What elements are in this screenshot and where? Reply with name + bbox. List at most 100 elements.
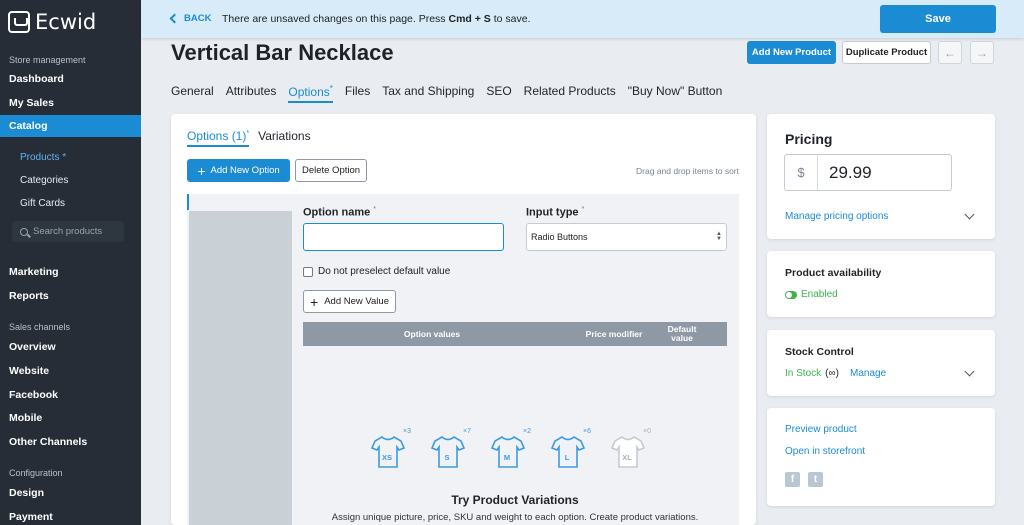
tab-general[interactable]: General bbox=[171, 84, 214, 103]
tshirt-size: XL bbox=[622, 453, 632, 462]
sidebar-item-website[interactable]: Website bbox=[9, 365, 49, 377]
sidebar-item-mobile[interactable]: Mobile bbox=[9, 412, 42, 424]
unsaved-changes-bar: BACK There are unsaved changes on this p… bbox=[141, 0, 1024, 38]
drag-hint: Drag and drop items to sort bbox=[636, 166, 739, 176]
price-value: 29.99 bbox=[829, 163, 872, 182]
manage-pricing-options-link[interactable]: Manage pricing options bbox=[785, 211, 888, 222]
tab-tax-and-shipping[interactable]: Tax and Shipping bbox=[382, 84, 474, 103]
next-product-button[interactable]: → bbox=[970, 41, 994, 64]
sidebar-item-other-channels[interactable]: Other Channels bbox=[9, 436, 87, 448]
add-new-value-button[interactable]: + Add New Value bbox=[303, 290, 396, 313]
add-new-option-label: Add New Option bbox=[210, 165, 280, 176]
col-option-values: Option values bbox=[403, 328, 461, 339]
sidebar-item-overview[interactable]: Overview bbox=[9, 341, 56, 353]
tab-attributes[interactable]: Attributes bbox=[226, 84, 277, 103]
sidebar-item-products[interactable]: Products * bbox=[20, 152, 66, 163]
arrow-right-icon: → bbox=[976, 45, 988, 60]
unsaved-message-prefix: There are unsaved changes on this page. … bbox=[222, 13, 449, 25]
col-price-modifier: Price modifier bbox=[585, 328, 643, 339]
sidebar-item-categories[interactable]: Categories bbox=[20, 175, 68, 186]
app-name: Ecwid bbox=[35, 10, 97, 34]
stock-infinity: (∞) bbox=[825, 368, 839, 379]
plus-icon: + bbox=[197, 162, 206, 179]
unsaved-marker: * bbox=[62, 152, 67, 163]
sidebar-item-my-sales[interactable]: My Sales bbox=[9, 97, 54, 109]
product-tabs: General Attributes Options* Files Tax an… bbox=[171, 84, 734, 103]
sidebar-section-configuration: Configuration bbox=[9, 468, 63, 478]
sidebar-search[interactable]: Search products bbox=[12, 221, 124, 242]
sidebar-search-placeholder: Search products bbox=[33, 226, 103, 237]
delete-option-button[interactable]: Delete Option bbox=[295, 159, 367, 182]
tshirt-icon: ×0 XL bbox=[610, 428, 651, 470]
sidebar-item-design[interactable]: Design bbox=[9, 487, 44, 499]
availability-title: Product availability bbox=[785, 267, 882, 279]
input-type-select[interactable]: Radio Buttons ▲ ▼ bbox=[526, 223, 727, 251]
tab-buy-now-button[interactable]: "Buy Now" Button bbox=[628, 84, 723, 103]
tab-related-products[interactable]: Related Products bbox=[524, 84, 616, 103]
tab-seo[interactable]: SEO bbox=[486, 84, 511, 103]
previous-product-button[interactable]: ← bbox=[938, 41, 962, 64]
pricing-card: Pricing $ 29.99 Manage pricing options bbox=[767, 114, 995, 239]
tshirt-size: XS bbox=[381, 453, 392, 462]
back-label: BACK bbox=[184, 13, 212, 24]
option-editor: Option name * Input type * Radio Buttons… bbox=[187, 194, 739, 525]
sidebar-item-products-label: Products bbox=[20, 152, 60, 163]
select-arrows-icon: ▲ ▼ bbox=[716, 231, 722, 242]
add-new-option-button[interactable]: + Add New Option bbox=[187, 159, 290, 182]
back-button[interactable]: BACK bbox=[169, 13, 212, 24]
sidebar-item-gift-cards[interactable]: Gift Cards bbox=[20, 198, 65, 209]
cart-icon bbox=[8, 11, 30, 33]
arrow-left-icon: ← bbox=[944, 45, 956, 60]
twitter-letter: t bbox=[813, 474, 818, 485]
subtab-options-label: Options (1) bbox=[187, 129, 247, 143]
save-button[interactable]: Save bbox=[880, 5, 996, 33]
ecwid-logo[interactable]: Ecwid bbox=[8, 10, 96, 34]
options-card: Options (1)* Variations + Add New Option… bbox=[171, 114, 756, 525]
tab-files[interactable]: Files bbox=[345, 84, 370, 103]
tab-options[interactable]: Options* bbox=[288, 84, 333, 103]
duplicate-product-button[interactable]: Duplicate Product bbox=[842, 41, 931, 64]
sidebar: Ecwid Store management Dashboard My Sale… bbox=[0, 0, 141, 525]
add-new-product-button[interactable]: Add New Product bbox=[747, 41, 836, 64]
price-input[interactable]: $ 29.99 bbox=[784, 154, 952, 191]
open-in-storefront-link[interactable]: Open in storefront bbox=[785, 446, 865, 457]
sidebar-section-sales-channels: Sales channels bbox=[9, 322, 71, 332]
currency-symbol: $ bbox=[785, 155, 818, 190]
tshirt-icon: ×2 M bbox=[490, 428, 531, 470]
preselect-label: Do not preselect default value bbox=[318, 266, 451, 277]
subtab-variations[interactable]: Variations bbox=[258, 129, 310, 147]
tshirt-count: ×2 bbox=[523, 428, 531, 435]
sidebar-item-payment[interactable]: Payment bbox=[9, 511, 53, 523]
preselect-checkbox-row[interactable]: Do not preselect default value bbox=[303, 266, 450, 277]
tshirt-count: ×6 bbox=[583, 428, 591, 435]
stock-title: Stock Control bbox=[785, 346, 854, 358]
sidebar-item-facebook[interactable]: Facebook bbox=[9, 389, 58, 401]
unsaved-message-suffix: to save. bbox=[490, 13, 531, 25]
sidebar-item-dashboard[interactable]: Dashboard bbox=[9, 73, 64, 85]
sidebar-item-catalog[interactable]: Catalog bbox=[0, 115, 141, 137]
subtab-options[interactable]: Options (1)* bbox=[187, 129, 250, 147]
manage-stock-link[interactable]: Manage bbox=[850, 368, 886, 379]
sidebar-section-store-management: Store management bbox=[9, 55, 86, 65]
availability-toggle[interactable]: Enabled bbox=[785, 289, 838, 300]
sidebar-item-marketing[interactable]: Marketing bbox=[9, 266, 59, 278]
option-name-input[interactable] bbox=[303, 223, 504, 251]
sidebar-item-reports[interactable]: Reports bbox=[9, 290, 49, 302]
chevron-down-icon[interactable] bbox=[964, 366, 975, 377]
tshirt-icon: ×6 L bbox=[550, 428, 591, 470]
preselect-checkbox[interactable] bbox=[303, 266, 313, 277]
save-shortcut: Cmd + S bbox=[448, 13, 491, 25]
facebook-letter: f bbox=[790, 474, 795, 485]
facebook-icon[interactable]: f bbox=[785, 472, 800, 487]
toggle-icon bbox=[785, 290, 797, 299]
options-subtabs: Options (1)* Variations bbox=[187, 129, 311, 147]
option-values-table-header: Option values Price modifier Default val… bbox=[303, 322, 727, 346]
chevron-down-icon[interactable] bbox=[964, 209, 975, 220]
add-new-value-label: Add New Value bbox=[324, 296, 389, 307]
tshirt-count: ×7 bbox=[463, 428, 471, 435]
twitter-icon[interactable]: t bbox=[808, 472, 823, 487]
plus-icon: + bbox=[310, 293, 319, 310]
option-list[interactable] bbox=[189, 211, 292, 525]
preview-product-link[interactable]: Preview product bbox=[785, 424, 857, 435]
search-icon bbox=[20, 227, 28, 236]
